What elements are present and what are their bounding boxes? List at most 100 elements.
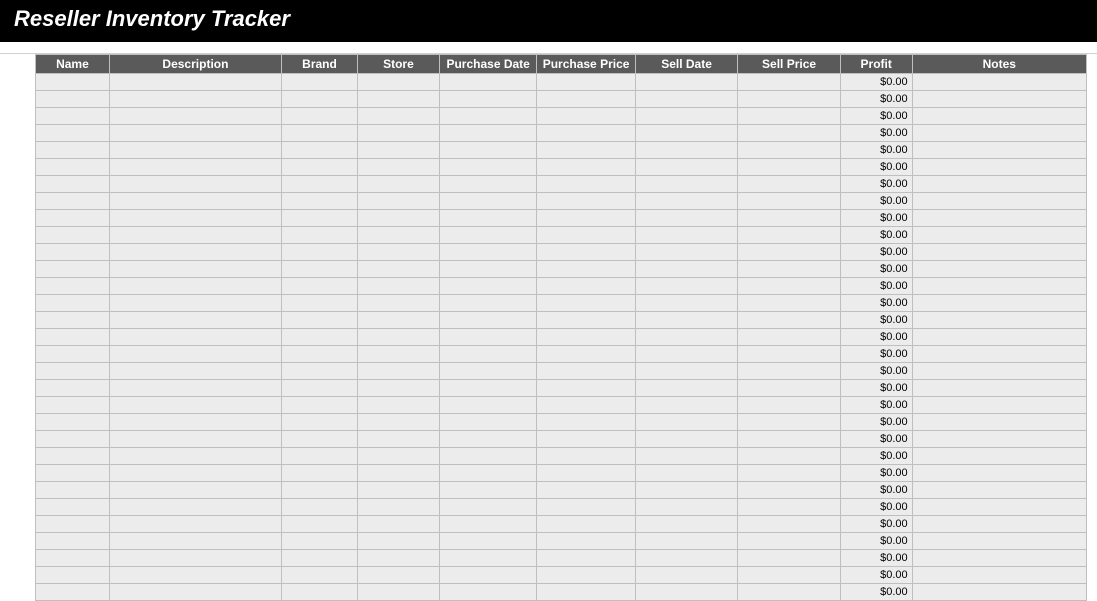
cell-store[interactable]: [357, 567, 439, 584]
cell-description[interactable]: [109, 533, 281, 550]
cell-profit[interactable]: $0.00: [840, 499, 912, 516]
cell-name[interactable]: [36, 363, 110, 380]
col-header-sell-date[interactable]: Sell Date: [635, 55, 738, 74]
cell-purchase-date[interactable]: [439, 380, 536, 397]
cell-notes[interactable]: [912, 210, 1086, 227]
cell-store[interactable]: [357, 108, 439, 125]
col-header-brand[interactable]: Brand: [282, 55, 358, 74]
cell-purchase-price[interactable]: [537, 227, 635, 244]
cell-sell-price[interactable]: [738, 278, 841, 295]
cell-notes[interactable]: [912, 414, 1086, 431]
cell-profit[interactable]: $0.00: [840, 448, 912, 465]
cell-sell-date[interactable]: [635, 499, 738, 516]
cell-name[interactable]: [36, 244, 110, 261]
cell-store[interactable]: [357, 244, 439, 261]
cell-purchase-price[interactable]: [537, 108, 635, 125]
cell-profit[interactable]: $0.00: [840, 550, 912, 567]
cell-purchase-date[interactable]: [439, 261, 536, 278]
cell-description[interactable]: [109, 125, 281, 142]
cell-notes[interactable]: [912, 363, 1086, 380]
cell-store[interactable]: [357, 227, 439, 244]
cell-store[interactable]: [357, 397, 439, 414]
cell-brand[interactable]: [282, 125, 358, 142]
cell-brand[interactable]: [282, 295, 358, 312]
cell-notes[interactable]: [912, 125, 1086, 142]
cell-sell-price[interactable]: [738, 533, 841, 550]
cell-brand[interactable]: [282, 227, 358, 244]
cell-notes[interactable]: [912, 193, 1086, 210]
cell-description[interactable]: [109, 397, 281, 414]
cell-profit[interactable]: $0.00: [840, 108, 912, 125]
cell-name[interactable]: [36, 91, 110, 108]
cell-store[interactable]: [357, 261, 439, 278]
cell-sell-date[interactable]: [635, 397, 738, 414]
cell-purchase-price[interactable]: [537, 533, 635, 550]
cell-purchase-date[interactable]: [439, 125, 536, 142]
cell-name[interactable]: [36, 159, 110, 176]
cell-name[interactable]: [36, 567, 110, 584]
cell-profit[interactable]: $0.00: [840, 278, 912, 295]
cell-notes[interactable]: [912, 482, 1086, 499]
cell-sell-date[interactable]: [635, 482, 738, 499]
cell-purchase-price[interactable]: [537, 363, 635, 380]
cell-notes[interactable]: [912, 244, 1086, 261]
cell-sell-date[interactable]: [635, 278, 738, 295]
cell-description[interactable]: [109, 312, 281, 329]
cell-name[interactable]: [36, 227, 110, 244]
cell-sell-date[interactable]: [635, 295, 738, 312]
cell-purchase-price[interactable]: [537, 567, 635, 584]
cell-purchase-date[interactable]: [439, 295, 536, 312]
cell-purchase-price[interactable]: [537, 448, 635, 465]
cell-brand[interactable]: [282, 329, 358, 346]
cell-name[interactable]: [36, 74, 110, 91]
cell-description[interactable]: [109, 414, 281, 431]
cell-purchase-date[interactable]: [439, 499, 536, 516]
cell-profit[interactable]: $0.00: [840, 125, 912, 142]
cell-notes[interactable]: [912, 465, 1086, 482]
cell-name[interactable]: [36, 482, 110, 499]
cell-brand[interactable]: [282, 414, 358, 431]
cell-sell-price[interactable]: [738, 397, 841, 414]
cell-name[interactable]: [36, 142, 110, 159]
cell-purchase-date[interactable]: [439, 567, 536, 584]
cell-store[interactable]: [357, 346, 439, 363]
cell-purchase-price[interactable]: [537, 465, 635, 482]
cell-sell-date[interactable]: [635, 210, 738, 227]
cell-purchase-date[interactable]: [439, 448, 536, 465]
cell-description[interactable]: [109, 74, 281, 91]
cell-purchase-price[interactable]: [537, 346, 635, 363]
cell-description[interactable]: [109, 499, 281, 516]
cell-sell-price[interactable]: [738, 550, 841, 567]
cell-sell-price[interactable]: [738, 227, 841, 244]
cell-brand[interactable]: [282, 312, 358, 329]
cell-purchase-price[interactable]: [537, 295, 635, 312]
cell-purchase-price[interactable]: [537, 278, 635, 295]
cell-sell-date[interactable]: [635, 465, 738, 482]
cell-store[interactable]: [357, 431, 439, 448]
cell-store[interactable]: [357, 295, 439, 312]
cell-notes[interactable]: [912, 516, 1086, 533]
cell-profit[interactable]: $0.00: [840, 329, 912, 346]
cell-sell-date[interactable]: [635, 159, 738, 176]
cell-brand[interactable]: [282, 516, 358, 533]
cell-notes[interactable]: [912, 380, 1086, 397]
cell-notes[interactable]: [912, 142, 1086, 159]
cell-purchase-date[interactable]: [439, 91, 536, 108]
cell-description[interactable]: [109, 516, 281, 533]
cell-profit[interactable]: $0.00: [840, 414, 912, 431]
cell-purchase-date[interactable]: [439, 193, 536, 210]
col-header-purchase-price[interactable]: Purchase Price: [537, 55, 635, 74]
cell-name[interactable]: [36, 397, 110, 414]
cell-notes[interactable]: [912, 295, 1086, 312]
cell-brand[interactable]: [282, 193, 358, 210]
cell-profit[interactable]: $0.00: [840, 567, 912, 584]
cell-profit[interactable]: $0.00: [840, 465, 912, 482]
cell-name[interactable]: [36, 584, 110, 601]
cell-sell-date[interactable]: [635, 346, 738, 363]
cell-profit[interactable]: $0.00: [840, 74, 912, 91]
cell-store[interactable]: [357, 482, 439, 499]
cell-store[interactable]: [357, 465, 439, 482]
cell-sell-date[interactable]: [635, 142, 738, 159]
cell-sell-price[interactable]: [738, 567, 841, 584]
cell-name[interactable]: [36, 431, 110, 448]
